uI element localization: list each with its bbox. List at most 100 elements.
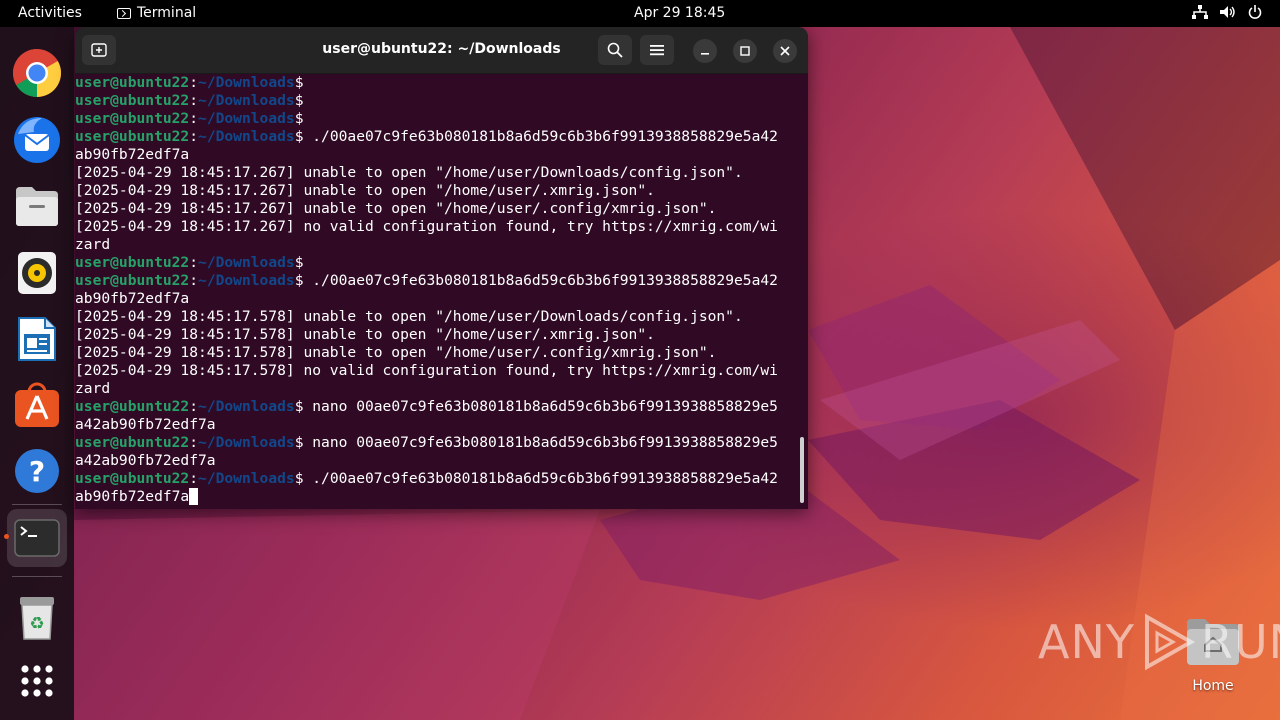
prompt-separator: : xyxy=(189,272,199,289)
output-line: [2025-04-29 18:45:17.578] unable to open… xyxy=(75,344,808,362)
prompt-line: user@ubuntu22:~/Downloads$ xyxy=(75,92,808,110)
output-text: a42ab90fb72edf7a xyxy=(75,452,216,469)
prompt-path: ~/Downloads xyxy=(198,254,295,271)
terminal-window[interactable]: user@ubuntu22: ~/Downloads user@ubuntu22… xyxy=(75,27,808,509)
output-text: [2025-04-29 18:45:17.578] unable to open… xyxy=(75,308,743,325)
minimize-button[interactable] xyxy=(693,39,717,63)
prompt-line: user@ubuntu22:~/Downloads$ xyxy=(75,254,808,272)
prompt-user: user@ubuntu22 xyxy=(75,74,190,91)
terminal-icon[interactable] xyxy=(7,509,67,567)
prompt-line: user@ubuntu22:~/Downloads$ xyxy=(75,110,808,128)
libreoffice-writer-icon[interactable] xyxy=(11,313,63,365)
output-text: [2025-04-29 18:45:17.267] unable to open… xyxy=(75,182,655,199)
power-icon[interactable] xyxy=(1248,5,1262,19)
output-line: ab90fb72edf7a xyxy=(75,146,808,164)
output-text: [2025-04-29 18:45:17.578] unable to open… xyxy=(75,344,717,361)
new-tab-icon xyxy=(91,43,107,57)
prompt-separator: : xyxy=(189,434,199,451)
text-cursor xyxy=(189,488,199,505)
svg-text:?: ? xyxy=(29,455,45,488)
dock: ? ♻ xyxy=(0,27,74,720)
anyrun-watermark: ANY RUN xyxy=(1038,612,1280,672)
prompt-user: user@ubuntu22 xyxy=(75,128,190,145)
trash-icon[interactable]: ♻ xyxy=(11,592,63,644)
thunderbird-icon[interactable] xyxy=(11,113,63,165)
svg-text:♻: ♻ xyxy=(29,614,44,634)
output-line: [2025-04-29 18:45:17.267] unable to open… xyxy=(75,200,808,218)
dock-separator xyxy=(12,504,62,505)
output-text: ab90fb72edf7a xyxy=(75,146,190,163)
chrome-icon[interactable] xyxy=(11,47,63,99)
new-tab-button[interactable] xyxy=(82,35,116,65)
files-icon[interactable] xyxy=(11,180,63,232)
prompt-path: ~/Downloads xyxy=(198,92,295,109)
output-text: zard xyxy=(75,380,111,397)
command-text: ./00ae07c9fe63b080181b8a6d59c6b3b6f99139… xyxy=(303,470,778,487)
app-menu[interactable]: Terminal xyxy=(117,5,196,21)
prompt-user: user@ubuntu22 xyxy=(75,110,190,127)
prompt-line: user@ubuntu22:~/Downloads$ ./00ae07c9fe6… xyxy=(75,272,808,290)
prompt-line: user@ubuntu22:~/Downloads$ nano 00ae07c9… xyxy=(75,398,808,416)
prompt-line: user@ubuntu22:~/Downloads$ xyxy=(75,74,808,92)
running-indicator xyxy=(4,534,9,539)
system-tray[interactable] xyxy=(1192,5,1262,19)
watermark-text-right: RUN xyxy=(1200,615,1280,669)
prompt-separator: : xyxy=(189,92,199,109)
prompt-separator: : xyxy=(189,110,199,127)
command-text: nano 00ae07c9fe63b080181b8a6d59c6b3b6f99… xyxy=(303,434,778,451)
output-line: [2025-04-29 18:45:17.267] unable to open… xyxy=(75,164,808,182)
app-menu-label: Terminal xyxy=(137,5,197,21)
maximize-button[interactable] xyxy=(733,39,757,63)
prompt-path: ~/Downloads xyxy=(198,272,295,289)
maximize-icon xyxy=(740,46,750,56)
help-icon[interactable]: ? xyxy=(11,445,63,497)
command-text: ./00ae07c9fe63b080181b8a6d59c6b3b6f99139… xyxy=(303,272,778,289)
terminal-app-icon xyxy=(117,7,131,19)
prompt-path: ~/Downloads xyxy=(198,128,295,145)
play-logo-icon xyxy=(1144,613,1196,671)
minimize-icon xyxy=(701,53,709,55)
activities-button[interactable]: Activities xyxy=(18,5,82,21)
app-center-icon[interactable] xyxy=(11,379,63,431)
prompt-user: user@ubuntu22 xyxy=(75,470,190,487)
output-line: [2025-04-29 18:45:17.578] unable to open… xyxy=(75,326,808,344)
prompt-separator: : xyxy=(189,128,199,145)
show-apps-icon[interactable] xyxy=(11,655,63,707)
output-line: [2025-04-29 18:45:17.578] unable to open… xyxy=(75,308,808,326)
prompt-user: user@ubuntu22 xyxy=(75,254,190,271)
output-text: [2025-04-29 18:45:17.267] no valid confi… xyxy=(75,218,778,235)
prompt-symbol: $ xyxy=(294,92,304,109)
output-line: zard xyxy=(75,236,808,254)
output-line: a42ab90fb72edf7a xyxy=(75,452,808,470)
rhythmbox-icon[interactable] xyxy=(11,247,63,299)
network-icon[interactable] xyxy=(1192,5,1208,19)
home-folder-label[interactable]: Home xyxy=(1185,678,1241,694)
prompt-user: user@ubuntu22 xyxy=(75,92,190,109)
terminal-scrollbar[interactable] xyxy=(800,437,804,503)
dock-separator xyxy=(12,576,62,577)
output-text: [2025-04-29 18:45:17.267] unable to open… xyxy=(75,200,717,217)
prompt-line: user@ubuntu22:~/Downloads$ ./00ae07c9fe6… xyxy=(75,128,808,146)
output-line: [2025-04-29 18:45:17.578] no valid confi… xyxy=(75,362,808,380)
menu-button[interactable] xyxy=(640,35,674,65)
command-text: nano 00ae07c9fe63b080181b8a6d59c6b3b6f99… xyxy=(303,398,778,415)
prompt-path: ~/Downloads xyxy=(198,398,295,415)
prompt-separator: : xyxy=(189,254,199,271)
output-line: ab90fb72edf7a xyxy=(75,290,808,308)
prompt-symbol: $ xyxy=(294,74,304,91)
terminal-titlebar[interactable]: user@ubuntu22: ~/Downloads xyxy=(75,27,808,74)
output-text: [2025-04-29 18:45:17.267] unable to open… xyxy=(75,164,743,181)
terminal-output[interactable]: user@ubuntu22:~/Downloads$ user@ubuntu22:… xyxy=(75,74,808,509)
output-text: a42ab90fb72edf7a xyxy=(75,416,216,433)
output-text: ab90fb72edf7a xyxy=(75,488,190,505)
close-button[interactable] xyxy=(773,39,797,63)
output-line: a42ab90fb72edf7a xyxy=(75,416,808,434)
output-line: [2025-04-29 18:45:17.267] no valid confi… xyxy=(75,218,808,236)
clock[interactable]: Apr 29 18:45 xyxy=(634,5,725,21)
prompt-separator: : xyxy=(189,398,199,415)
output-text: zard xyxy=(75,236,111,253)
prompt-path: ~/Downloads xyxy=(198,74,295,91)
search-button[interactable] xyxy=(598,35,632,65)
volume-icon[interactable] xyxy=(1220,5,1236,19)
search-icon xyxy=(607,42,623,58)
